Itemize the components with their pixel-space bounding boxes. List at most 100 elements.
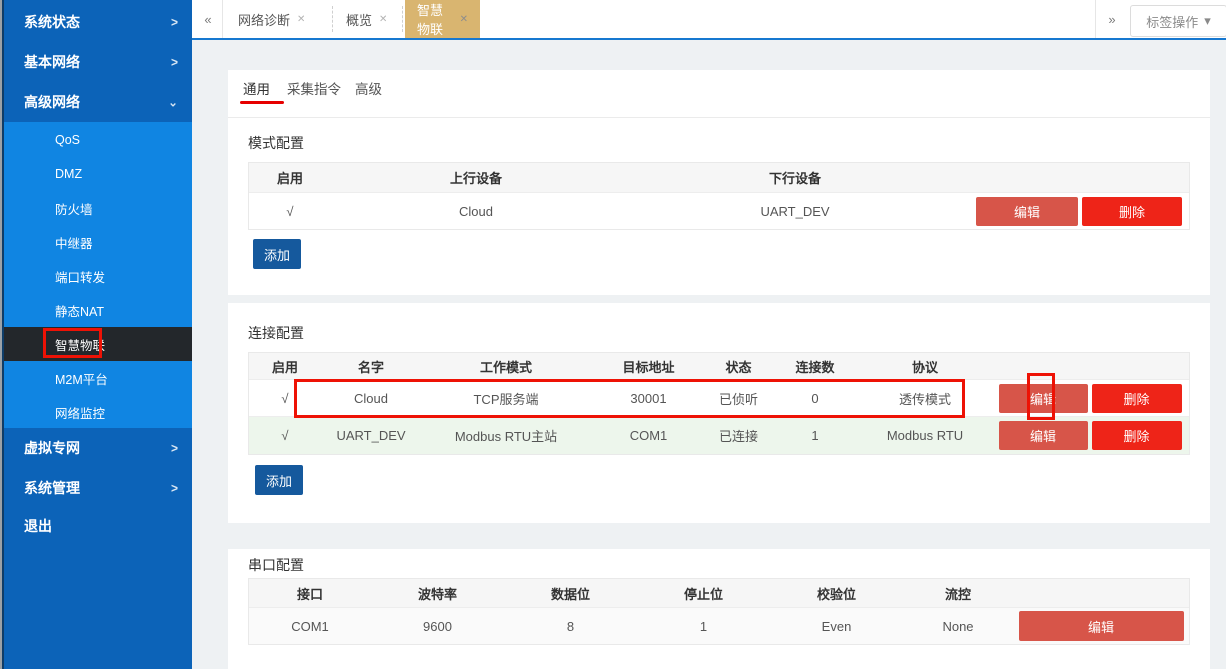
tab-overview[interactable]: 概览 ✕ <box>334 0 400 38</box>
separator <box>402 6 403 32</box>
close-icon[interactable]: ✕ <box>297 14 305 25</box>
sidebar-item-label: 基本网络 <box>24 52 171 72</box>
cell-actions: 编辑 删除 <box>969 197 1189 226</box>
sidebar-item-label: 网络监控 <box>55 403 105 422</box>
double-chevron-left-icon: « <box>204 12 211 27</box>
cell-parity: Even <box>770 619 903 634</box>
serial-panel: 串口配置 接口 波特率 数据位 停止位 校验位 流控 COM1 9600 8 1… <box>228 549 1210 669</box>
col-header-conn-count: 连接数 <box>771 357 859 376</box>
sidebar-item-logout[interactable]: 退出 <box>0 506 192 546</box>
section-title-mode-config: 模式配置 <box>248 133 304 153</box>
sidebar-item-label: 静态NAT <box>55 301 104 320</box>
tag-operations-dropdown[interactable]: 标签操作 ▾ <box>1130 5 1226 37</box>
tab-network-diagnosis[interactable]: 网络诊断 ✕ <box>226 0 330 38</box>
cell-name: UART_DEV <box>321 428 421 443</box>
sidebar-submenu: QoS DMZ 防火墙 中继器 端口转发 静态NAT 智慧物联 M2M平台 网络… <box>0 122 192 428</box>
sidebar-item-repeater[interactable]: 中继器 <box>0 225 192 259</box>
sidebar-item-label: 智慧物联 <box>55 335 105 354</box>
col-header-parity: 校验位 <box>770 584 903 603</box>
col-header-databits: 数据位 <box>504 584 637 603</box>
table-row: √ Cloud UART_DEV 编辑 删除 <box>249 192 1189 229</box>
sidebar-item-label: 中继器 <box>55 233 93 252</box>
col-header-upstream: 上行设备 <box>331 168 621 187</box>
tab-collect-commands[interactable]: 采集指令 <box>287 78 341 102</box>
cell-enabled: √ <box>249 428 321 443</box>
separator <box>222 0 223 38</box>
delete-button[interactable]: 删除 <box>1082 197 1182 226</box>
mode-config-table: 启用 上行设备 下行设备 √ Cloud UART_DEV 编辑 删除 <box>248 162 1190 230</box>
sidebar-item-smart-iot[interactable]: 智慧物联 <box>0 327 192 361</box>
connection-config-table: 启用 名字 工作模式 目标地址 状态 连接数 协议 √ Cloud TCP服务端… <box>248 352 1190 455</box>
chevron-right-icon: > <box>171 54 178 69</box>
edit-button[interactable]: 编辑 <box>999 384 1088 413</box>
sidebar-item-label: 系统状态 <box>24 12 171 32</box>
add-button[interactable]: 添加 <box>255 465 303 495</box>
scroll-tabs-left-icon[interactable]: « <box>194 0 222 38</box>
delete-button[interactable]: 删除 <box>1092 421 1182 450</box>
cell-downstream: UART_DEV <box>621 204 969 219</box>
sidebar-item-system-admin[interactable]: 系统管理 > <box>0 468 192 508</box>
cell-flowctrl: None <box>903 619 1013 634</box>
cell-work-mode: Modbus RTU主站 <box>421 426 591 445</box>
tab-general[interactable]: 通用 <box>243 78 270 102</box>
table-header-row: 启用 名字 工作模式 目标地址 状态 连接数 协议 <box>249 353 1189 379</box>
top-tab-bar: « 网络诊断 ✕ 概览 ✕ 智慧物联 ✕ » 标签操作 ▾ <box>192 0 1226 40</box>
cell-conn-count: 1 <box>771 428 859 443</box>
col-header-interface: 接口 <box>249 584 371 603</box>
connection-panel: 连接配置 启用 名字 工作模式 目标地址 状态 连接数 协议 √ Cloud T… <box>228 303 1210 523</box>
close-icon[interactable]: ✕ <box>379 14 387 25</box>
tab-label: 智慧物联 <box>417 0 453 38</box>
table-header-row: 接口 波特率 数据位 停止位 校验位 流控 <box>249 579 1189 607</box>
sidebar: 系统状态 > 基本网络 > 高级网络 ⌄ QoS DMZ 防火墙 中继器 端口转… <box>0 0 192 669</box>
cell-status: 已连接 <box>706 426 771 445</box>
tab-advanced[interactable]: 高级 <box>355 78 382 102</box>
sidebar-item-static-nat[interactable]: 静态NAT <box>0 293 192 327</box>
col-header-enabled: 启用 <box>249 168 331 187</box>
scroll-tabs-right-icon[interactable]: » <box>1097 0 1127 38</box>
section-title-serial-config: 串口配置 <box>248 555 304 575</box>
sidebar-item-port-forward[interactable]: 端口转发 <box>0 259 192 293</box>
col-header-status: 状态 <box>706 357 771 376</box>
window-edge-shadow <box>2 0 4 669</box>
tag-operations-label: 标签操作 <box>1146 12 1198 31</box>
serial-config-table: 接口 波特率 数据位 停止位 校验位 流控 COM1 9600 8 1 Even… <box>248 578 1190 645</box>
cell-enabled: √ <box>249 391 321 406</box>
sidebar-item-firewall[interactable]: 防火墙 <box>0 191 192 225</box>
edit-button[interactable]: 编辑 <box>976 197 1078 226</box>
cell-actions: 编辑 删除 <box>991 421 1189 450</box>
sidebar-item-network-monitor[interactable]: 网络监控 <box>0 395 192 429</box>
sidebar-item-m2m-platform[interactable]: M2M平台 <box>0 361 192 395</box>
sidebar-item-system-status[interactable]: 系统状态 > <box>0 2 192 42</box>
sidebar-item-dmz[interactable]: DMZ <box>0 157 192 191</box>
cell-target: 30001 <box>591 391 706 406</box>
sidebar-item-advanced-network[interactable]: 高级网络 ⌄ <box>0 82 192 122</box>
cell-name: Cloud <box>321 391 421 406</box>
delete-button[interactable]: 删除 <box>1092 384 1182 413</box>
close-icon[interactable]: ✕ <box>460 14 468 25</box>
chevron-down-icon: ⌄ <box>168 94 178 109</box>
sidebar-item-basic-network[interactable]: 基本网络 > <box>0 42 192 82</box>
edit-button[interactable]: 编辑 <box>1019 611 1184 641</box>
sidebar-item-label: 防火墙 <box>55 199 93 218</box>
add-button[interactable]: 添加 <box>253 239 301 269</box>
cell-databits: 8 <box>504 619 637 634</box>
section-title-connection-config: 连接配置 <box>248 323 304 343</box>
tab-label: 网络诊断 <box>238 10 290 29</box>
col-header-protocol: 协议 <box>859 357 991 376</box>
cell-conn-count: 0 <box>771 391 859 406</box>
col-header-enabled: 启用 <box>249 357 321 376</box>
cell-enabled: √ <box>249 204 331 219</box>
cell-target: COM1 <box>591 428 706 443</box>
sidebar-item-label: 高级网络 <box>24 92 168 112</box>
col-header-flowctrl: 流控 <box>903 584 1013 603</box>
cell-status: 已侦听 <box>706 389 771 408</box>
edit-button[interactable]: 编辑 <box>999 421 1088 450</box>
sidebar-item-qos[interactable]: QoS <box>0 123 192 157</box>
sidebar-item-label: 端口转发 <box>55 267 105 286</box>
table-row: COM1 9600 8 1 Even None 编辑 <box>249 607 1189 644</box>
sidebar-item-label: M2M平台 <box>55 369 108 388</box>
sidebar-item-label: 虚拟专网 <box>24 438 171 458</box>
sidebar-item-vpn[interactable]: 虚拟专网 > <box>0 428 192 468</box>
tab-smart-iot[interactable]: 智慧物联 ✕ <box>405 0 480 38</box>
cell-actions: 编辑 <box>1013 611 1189 641</box>
